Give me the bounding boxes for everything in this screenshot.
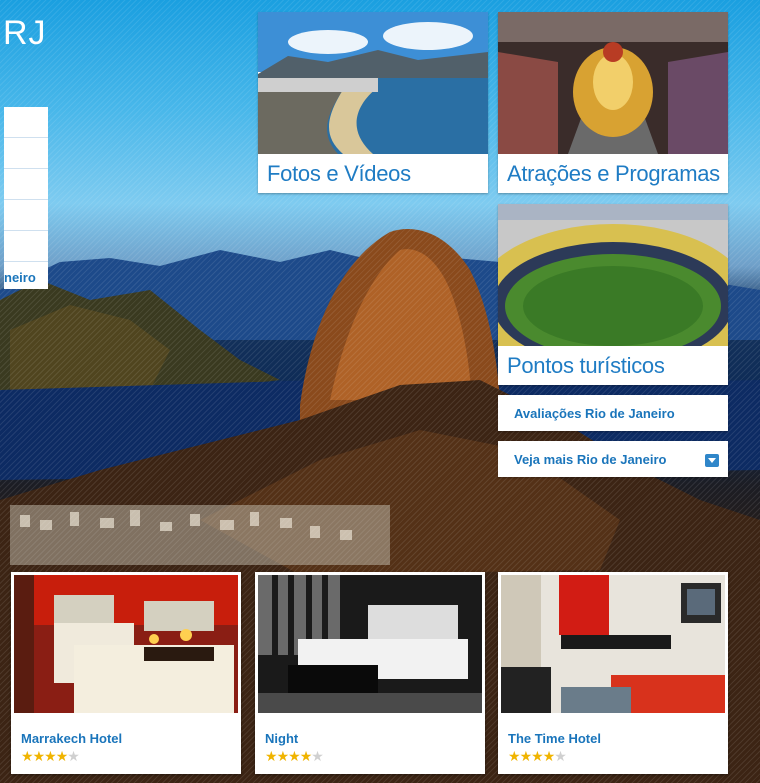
star-icon: ★ (67, 748, 80, 764)
hotel-card[interactable]: Marrakech Hotel ★★★★★ (11, 572, 241, 774)
star-icon: ★ (32, 748, 46, 764)
tile-photos-videos[interactable]: Fotos e Vídeos (258, 12, 488, 193)
side-menu-item[interactable] (4, 231, 48, 262)
copacabana-beach-image (258, 12, 488, 154)
hotel-name[interactable]: Night (265, 731, 298, 746)
star-rating: ★★★★★ (265, 748, 324, 765)
star-icon: ★ (554, 748, 567, 764)
hotel-card[interactable]: The Time Hotel ★★★★★ (498, 572, 728, 774)
side-menu-item[interactable] (4, 200, 48, 231)
star-icon: ★ (531, 748, 544, 764)
star-rating: ★★★★★ (21, 748, 80, 765)
star-icon: ★ (288, 748, 301, 764)
tile-landmarks-label: Pontos turísticos (507, 353, 665, 378)
side-menu-item[interactable] (4, 107, 48, 138)
carnival-parade-image (498, 12, 728, 154)
side-menu: neiro (4, 107, 48, 289)
page-title: RJ (3, 14, 47, 52)
hotel-name[interactable]: Marrakech Hotel (21, 731, 122, 746)
hotel-name[interactable]: The Time Hotel (508, 731, 601, 746)
hotel-card[interactable]: Night ★★★★★ (255, 572, 485, 774)
tile-photos-label: Fotos e Vídeos (267, 161, 411, 186)
star-rating: ★★★★★ (508, 748, 567, 765)
tile-attractions-label: Atrações e Programas (507, 161, 720, 186)
star-icon: ★ (21, 748, 34, 764)
see-more-label: Veja mais Rio de Janeiro (514, 452, 667, 467)
star-icon: ★ (508, 748, 521, 764)
side-menu-item-rio[interactable]: neiro (4, 262, 48, 285)
star-icon: ★ (55, 748, 69, 764)
star-icon: ★ (44, 748, 57, 764)
star-icon: ★ (311, 748, 324, 764)
side-menu-item[interactable] (4, 169, 48, 200)
maracana-stadium-image (498, 204, 728, 346)
hotel-photo (501, 575, 725, 713)
side-menu-item[interactable] (4, 138, 48, 169)
chevron-down-icon[interactable] (705, 454, 719, 467)
star-icon: ★ (542, 748, 556, 764)
reviews-link-label: Avaliações Rio de Janeiro (514, 406, 675, 421)
reviews-link[interactable]: Avaliações Rio de Janeiro (498, 395, 728, 431)
star-icon: ★ (265, 748, 278, 764)
star-icon: ★ (519, 748, 533, 764)
see-more-dropdown[interactable]: Veja mais Rio de Janeiro (498, 441, 728, 477)
star-icon: ★ (276, 748, 290, 764)
hotel-photo (258, 575, 482, 713)
tile-landmarks[interactable]: Pontos turísticos (498, 204, 728, 385)
tile-attractions[interactable]: Atrações e Programas (498, 12, 728, 193)
star-icon: ★ (299, 748, 313, 764)
hotel-photo (14, 575, 238, 713)
